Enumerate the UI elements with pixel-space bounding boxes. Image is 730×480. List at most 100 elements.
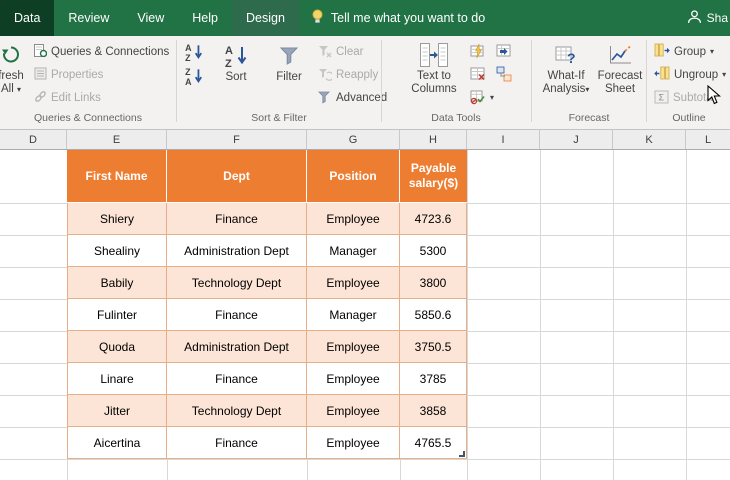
ungroup-icon — [654, 66, 670, 84]
cell[interactable]: Employee — [307, 267, 400, 299]
group-button[interactable]: Group ▾ — [654, 42, 714, 62]
refresh-label-2: All — [1, 83, 14, 95]
edit-links-button[interactable]: Edit Links — [34, 88, 101, 108]
account-button[interactable]: Sha — [687, 0, 730, 36]
cell[interactable]: Employee — [307, 331, 400, 363]
cell[interactable]: Manager — [307, 299, 400, 331]
dropdown-arrow-icon: ▾ — [17, 85, 21, 94]
cell[interactable]: 3800 — [400, 267, 467, 299]
tell-me-box[interactable]: Tell me what you want to do — [299, 0, 497, 36]
gridline — [0, 459, 730, 460]
group-label: Group — [674, 46, 706, 58]
consolidate-button[interactable] — [496, 42, 512, 62]
group-label-outline: Outline — [648, 112, 730, 126]
ungroup-button[interactable]: Ungroup ▾ — [654, 65, 726, 85]
column-header-F[interactable]: F — [167, 130, 307, 149]
advanced-filter-icon — [318, 90, 332, 107]
relationships-icon — [496, 66, 512, 85]
gridline — [467, 150, 468, 480]
sort-button[interactable]: AZ Sort — [214, 41, 258, 84]
cell[interactable]: 4765.5 — [400, 427, 467, 459]
text-to-columns-button[interactable]: Text to Columns — [404, 40, 464, 96]
cell[interactable]: Finance — [167, 299, 307, 331]
cell[interactable]: Babily — [67, 267, 167, 299]
cell[interactable]: Shiery — [67, 203, 167, 235]
cell[interactable]: Fulinter — [67, 299, 167, 331]
gridline — [686, 150, 687, 480]
data-table: First Name Dept Position Payable salary(… — [67, 150, 467, 459]
what-if-analysis-button[interactable]: ? What-If Analysis▾ — [538, 40, 594, 96]
sort-label: Sort — [225, 71, 246, 84]
cell[interactable]: 3785 — [400, 363, 467, 395]
reapply-button[interactable]: Reapply — [318, 65, 378, 85]
ribbon-tab-bar: Data Review View Help Design Tell me wha… — [0, 0, 730, 36]
cell[interactable]: Employee — [307, 395, 400, 427]
svg-text:Z: Z — [185, 53, 191, 62]
filter-button[interactable]: Filter — [266, 41, 312, 84]
dropdown-arrow-icon: ▾ — [722, 71, 726, 79]
tab-design[interactable]: Design — [232, 0, 299, 36]
column-headers: D E F G H I J K L — [0, 130, 730, 150]
cell[interactable]: Manager — [307, 235, 400, 267]
forecast-sheet-button[interactable]: Forecast Sheet — [596, 40, 644, 96]
group-divider — [381, 40, 382, 122]
relationships-button[interactable] — [496, 65, 512, 85]
cell[interactable]: Employee — [307, 427, 400, 459]
clear-filter-button[interactable]: Clear — [318, 42, 363, 62]
column-header-J[interactable]: J — [540, 130, 613, 149]
cell[interactable]: Technology Dept — [167, 267, 307, 299]
cell[interactable]: Administration Dept — [167, 235, 307, 267]
table-header-first-name[interactable]: First Name — [67, 150, 167, 203]
group-divider — [176, 40, 177, 122]
cell[interactable]: Quoda — [67, 331, 167, 363]
cell[interactable]: Finance — [167, 363, 307, 395]
cell[interactable]: Employee — [307, 203, 400, 235]
column-header-G[interactable]: G — [307, 130, 400, 149]
what-if-analysis-label: What-If Analysis — [543, 70, 586, 95]
ungroup-label: Ungroup — [674, 69, 718, 81]
tab-view[interactable]: View — [123, 0, 178, 36]
cell[interactable]: Aicertina — [67, 427, 167, 459]
table-resize-handle[interactable] — [459, 451, 465, 457]
table-header-payable-salary[interactable]: Payable salary($) — [400, 150, 467, 203]
column-header-K[interactable]: K — [613, 130, 686, 149]
tab-help[interactable]: Help — [178, 0, 232, 36]
cell[interactable]: Finance — [167, 427, 307, 459]
queries-connections-label: Queries & Connections — [51, 46, 169, 58]
cell[interactable]: 3750.5 — [400, 331, 467, 363]
cell[interactable]: Jitter — [67, 395, 167, 427]
sort-ascending-button[interactable]: AZ — [183, 41, 205, 63]
cell[interactable]: Shealiny — [67, 235, 167, 267]
cell[interactable]: 5300 — [400, 235, 467, 267]
column-header-D[interactable]: D — [0, 130, 67, 149]
cell[interactable]: Employee — [307, 363, 400, 395]
cell[interactable]: Technology Dept — [167, 395, 307, 427]
cell[interactable]: 4723.6 — [400, 203, 467, 235]
refresh-all-button[interactable]: fresh All ▾ — [0, 40, 30, 96]
group-divider — [531, 40, 532, 122]
column-header-H[interactable]: H — [400, 130, 467, 149]
advanced-filter-button[interactable]: Advanced — [318, 88, 387, 108]
cell[interactable]: Administration Dept — [167, 331, 307, 363]
flash-fill-button[interactable] — [470, 42, 486, 62]
sort-descending-icon: ZA — [184, 66, 204, 86]
data-validation-button[interactable]: ▾ — [470, 88, 494, 108]
cell[interactable]: Linare — [67, 363, 167, 395]
remove-duplicates-button[interactable] — [470, 65, 486, 85]
cell[interactable]: 3858 — [400, 395, 467, 427]
column-header-I[interactable]: I — [467, 130, 540, 149]
data-validation-icon — [470, 89, 486, 108]
sheet-grid[interactable]: First Name Dept Position Payable salary(… — [0, 150, 730, 480]
column-header-E[interactable]: E — [67, 130, 167, 149]
lightbulb-icon — [311, 9, 324, 27]
sort-descending-button[interactable]: ZA — [183, 65, 205, 87]
cell[interactable]: Finance — [167, 203, 307, 235]
tab-data[interactable]: Data — [0, 0, 54, 36]
cell[interactable]: 5850.6 — [400, 299, 467, 331]
tab-review[interactable]: Review — [54, 0, 123, 36]
properties-button[interactable]: Properties — [34, 65, 103, 85]
table-header-dept[interactable]: Dept — [167, 150, 307, 203]
table-header-position[interactable]: Position — [307, 150, 400, 203]
column-header-L[interactable]: L — [686, 130, 730, 149]
queries-connections-button[interactable]: Queries & Connections — [34, 42, 169, 62]
